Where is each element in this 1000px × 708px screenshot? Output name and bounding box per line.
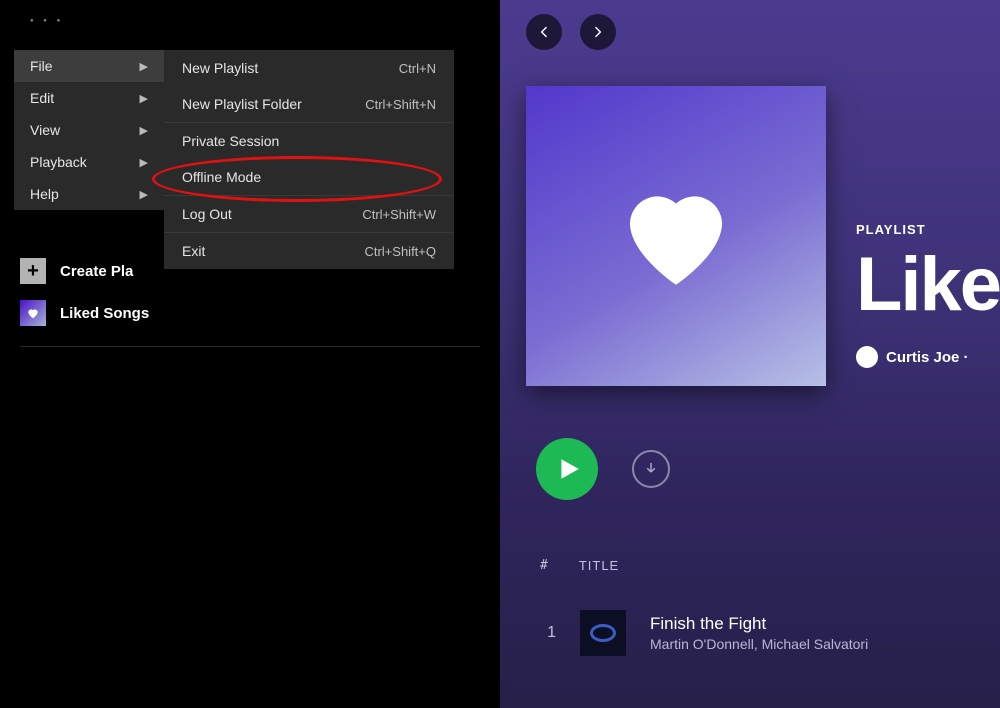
shortcut-label: Ctrl+Shift+N (365, 97, 436, 112)
submenu-offline-mode[interactable]: Offline Mode (164, 159, 454, 195)
submenu-item-label: New Playlist (182, 60, 258, 76)
heart-icon (20, 300, 46, 326)
submenu-exit[interactable]: Exit Ctrl+Shift+Q (164, 233, 454, 269)
menu-help-label: Help (30, 186, 59, 202)
liked-songs-item[interactable]: Liked Songs (0, 292, 500, 334)
chevron-right-icon: ▶ (140, 60, 148, 73)
playlist-title: Like (856, 241, 1000, 328)
column-num: # (540, 558, 549, 573)
window-controls-icon[interactable]: ● ● ● (30, 18, 64, 24)
column-title: TITLE (579, 558, 619, 573)
menu-file[interactable]: File ▶ (14, 50, 164, 82)
track-title: Finish the Fight (650, 614, 868, 634)
submenu-private-session[interactable]: Private Session (164, 123, 454, 159)
menu-help[interactable]: Help ▶ (14, 178, 164, 210)
nav-buttons (526, 14, 616, 50)
shortcut-label: Ctrl+Shift+W (362, 207, 436, 222)
chevron-right-icon: ▶ (140, 124, 148, 137)
create-playlist-label: Create Pla (60, 263, 133, 280)
submenu-item-label: Offline Mode (182, 169, 261, 185)
submenu-item-label: Private Session (182, 133, 279, 149)
playlist-header: PLAYLIST Like Curtis Joe · (856, 222, 1000, 368)
chevron-right-icon: ▶ (140, 188, 148, 201)
chevron-right-icon (590, 24, 606, 40)
back-button[interactable] (526, 14, 562, 50)
menu-playback[interactable]: Playback ▶ (14, 146, 164, 178)
chevron-left-icon (536, 24, 552, 40)
avatar[interactable] (856, 346, 878, 368)
main-content: PLAYLIST Like Curtis Joe · # TITLE 1 Fin… (500, 0, 1000, 708)
submenu-file: New Playlist Ctrl+N New Playlist Folder … (164, 50, 454, 269)
menu-file-label: File (30, 58, 53, 74)
track-number: 1 (540, 624, 556, 642)
shortcut-label: Ctrl+N (399, 61, 436, 76)
playlist-owner-name[interactable]: Curtis Joe · (886, 349, 969, 366)
menu-view-label: View (30, 122, 60, 138)
chevron-right-icon: ▶ (140, 156, 148, 169)
track-album-art (580, 610, 626, 656)
heart-icon (611, 171, 741, 301)
tracklist-header: # TITLE (540, 558, 619, 573)
menu-edit-label: Edit (30, 90, 54, 106)
download-icon (642, 460, 660, 478)
track-artist: Martin O'Donnell, Michael Salvatori (650, 636, 868, 652)
plus-icon: + (20, 258, 46, 284)
download-button[interactable] (632, 450, 670, 488)
submenu-log-out[interactable]: Log Out Ctrl+Shift+W (164, 196, 454, 232)
menu-edit[interactable]: Edit ▶ (14, 82, 164, 114)
forward-button[interactable] (580, 14, 616, 50)
sidebar-divider (20, 346, 480, 347)
shortcut-label: Ctrl+Shift+Q (364, 244, 436, 259)
submenu-item-label: New Playlist Folder (182, 96, 302, 112)
menu-playback-label: Playback (30, 154, 87, 170)
chevron-right-icon: ▶ (140, 92, 148, 105)
submenu-new-playlist[interactable]: New Playlist Ctrl+N (164, 50, 454, 86)
playlist-owner-row: Curtis Joe · (856, 346, 1000, 368)
play-button[interactable] (536, 438, 598, 500)
album-art-icon (590, 624, 616, 642)
menu-root: File ▶ Edit ▶ View ▶ Playback ▶ Help ▶ (14, 50, 164, 210)
submenu-item-label: Log Out (182, 206, 232, 222)
playlist-controls (536, 438, 670, 500)
track-meta: Finish the Fight Martin O'Donnell, Micha… (650, 614, 868, 652)
submenu-item-label: Exit (182, 243, 205, 259)
submenu-new-playlist-folder[interactable]: New Playlist Folder Ctrl+Shift+N (164, 86, 454, 122)
menu-view[interactable]: View ▶ (14, 114, 164, 146)
liked-songs-label: Liked Songs (60, 305, 149, 322)
playlist-type-label: PLAYLIST (856, 222, 1000, 237)
playlist-cover (526, 86, 826, 386)
track-row[interactable]: 1 Finish the Fight Martin O'Donnell, Mic… (540, 610, 868, 656)
play-icon (556, 456, 582, 482)
